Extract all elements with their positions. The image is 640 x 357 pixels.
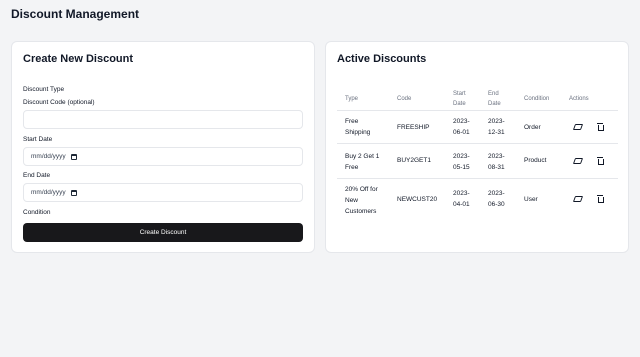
calendar-icon[interactable] bbox=[70, 189, 77, 196]
condition-label: Condition bbox=[23, 209, 51, 216]
calendar-icon[interactable] bbox=[70, 153, 77, 160]
end-date-input[interactable]: mm/dd/yyyy bbox=[23, 183, 303, 202]
col-header-actions: Actions bbox=[569, 96, 589, 102]
row-divider bbox=[337, 143, 618, 144]
trash-icon bbox=[597, 123, 604, 131]
row-end-date: 2023-12-31 bbox=[488, 118, 505, 136]
col-header-code: Code bbox=[397, 96, 412, 102]
create-discount-button[interactable]: Create Discount bbox=[23, 223, 303, 242]
row-type: Free Shipping bbox=[345, 118, 371, 136]
active-discounts-title: Active Discounts bbox=[337, 53, 427, 65]
active-discounts-card: Active Discounts Type Code Start Date En… bbox=[325, 41, 629, 253]
top-bar: Discount Management bbox=[0, 0, 640, 30]
row-condition: Order bbox=[524, 124, 541, 131]
discount-code-input[interactable] bbox=[23, 110, 303, 129]
clear-button[interactable] bbox=[570, 121, 584, 132]
app-title: Discount Management bbox=[11, 7, 140, 21]
row-condition: Product bbox=[524, 157, 547, 164]
delete-button[interactable] bbox=[593, 193, 607, 204]
row-start-date: 2023-06-01 bbox=[453, 118, 470, 136]
eraser-icon bbox=[574, 124, 581, 129]
trash-icon bbox=[597, 157, 604, 165]
eraser-icon bbox=[574, 158, 581, 163]
end-date-label: End Date bbox=[23, 172, 51, 179]
end-date-placeholder: mm/dd/yyyy bbox=[31, 189, 66, 196]
trash-icon bbox=[597, 195, 604, 203]
start-date-label: Start Date bbox=[23, 136, 53, 143]
row-start-date: 2023-04-01 bbox=[453, 190, 470, 208]
delete-button[interactable] bbox=[593, 121, 607, 132]
row-divider bbox=[337, 178, 618, 179]
delete-button[interactable] bbox=[593, 155, 607, 166]
row-end-date: 2023-08-31 bbox=[488, 153, 505, 171]
row-code: FREESHIP bbox=[397, 124, 430, 131]
row-condition: User bbox=[524, 196, 538, 203]
col-header-type: Type bbox=[345, 96, 359, 102]
start-date-placeholder: mm/dd/yyyy bbox=[31, 153, 66, 160]
row-code: BUY2GET1 bbox=[397, 157, 431, 164]
row-start-date: 2023-05-15 bbox=[453, 153, 470, 171]
create-discount-title: Create New Discount bbox=[23, 53, 134, 65]
col-header-start-date: Start Date bbox=[453, 91, 466, 107]
col-header-end-date: End Date bbox=[488, 91, 501, 107]
row-end-date: 2023-06-30 bbox=[488, 190, 505, 208]
eraser-icon bbox=[574, 196, 581, 201]
discount-type-label: Discount Type bbox=[23, 86, 65, 93]
row-type: 20% Off for New Customers bbox=[345, 186, 378, 215]
clear-button[interactable] bbox=[570, 193, 584, 204]
row-code: NEWCUST20 bbox=[397, 196, 438, 203]
col-header-condition: Condition bbox=[524, 96, 550, 102]
start-date-input[interactable]: mm/dd/yyyy bbox=[23, 147, 303, 166]
row-type: Buy 2 Get 1 Free bbox=[345, 153, 380, 171]
create-discount-card: Create New Discount Discount Type Discou… bbox=[11, 41, 315, 253]
header-divider bbox=[337, 110, 618, 111]
clear-button[interactable] bbox=[570, 155, 584, 166]
discount-code-label: Discount Code (optional) bbox=[23, 99, 95, 106]
